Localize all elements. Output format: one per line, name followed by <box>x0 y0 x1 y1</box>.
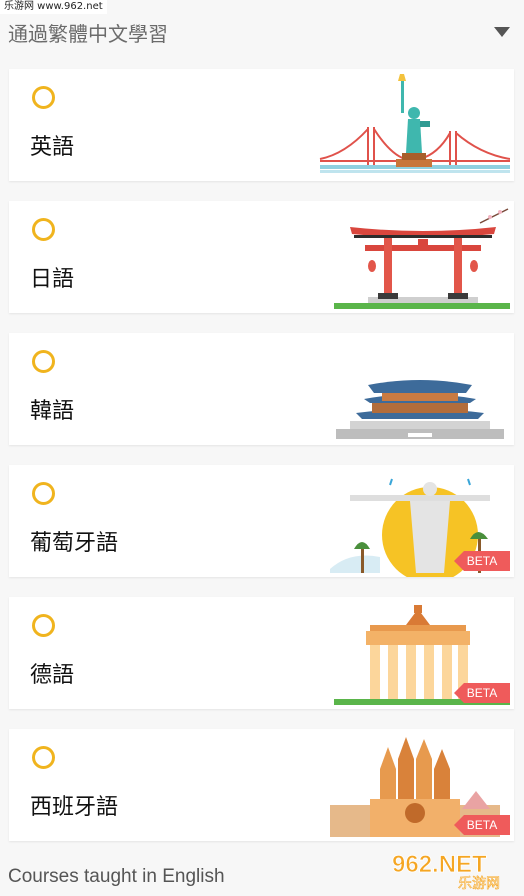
course-label: 日語 <box>30 267 75 292</box>
radio-button[interactable] <box>32 746 55 769</box>
torii-gate-illustration <box>334 208 510 309</box>
beta-badge: BETA <box>454 551 510 571</box>
language-selector-header[interactable]: 通過繁體中文學習 <box>0 14 524 50</box>
watermark-brand: 962.NET <box>392 851 487 878</box>
course-label: 韓語 <box>30 399 75 424</box>
radio-button[interactable] <box>32 614 55 637</box>
course-card-korean[interactable]: 韓語 <box>9 333 514 445</box>
course-card-japanese[interactable]: 日語 <box>9 201 514 313</box>
course-card-english[interactable]: 英語 <box>9 69 514 181</box>
beta-badge: BETA <box>454 815 510 835</box>
radio-button[interactable] <box>32 482 55 505</box>
watermark-top: 乐游网 www.962.net <box>0 0 107 14</box>
watermark-logo: 962.NET 乐游网 <box>392 851 501 890</box>
course-label: 英語 <box>30 135 75 160</box>
beta-badge: BETA <box>454 683 510 703</box>
radio-button[interactable] <box>32 350 55 373</box>
footer-courses-note: Courses taught in English <box>8 866 225 887</box>
watermark-sub: 乐游网 <box>458 876 500 890</box>
course-label: 葡萄牙語 <box>30 531 119 556</box>
statue-of-liberty-illustration <box>319 74 510 173</box>
korean-palace-illustration <box>336 380 504 439</box>
course-card-spanish[interactable]: 西班牙語 BETA <box>9 729 514 841</box>
dropdown-arrow-icon[interactable] <box>494 27 510 37</box>
course-label: 西班牙語 <box>30 795 119 820</box>
course-card-portuguese[interactable]: 葡萄牙語 BETA <box>9 465 514 577</box>
course-card-german[interactable]: 德語 BETA <box>9 597 514 709</box>
radio-button[interactable] <box>32 86 55 109</box>
source-language-title: 通過繁體中文學習 <box>8 21 168 46</box>
course-label: 德語 <box>30 663 75 688</box>
radio-button[interactable] <box>32 218 55 241</box>
